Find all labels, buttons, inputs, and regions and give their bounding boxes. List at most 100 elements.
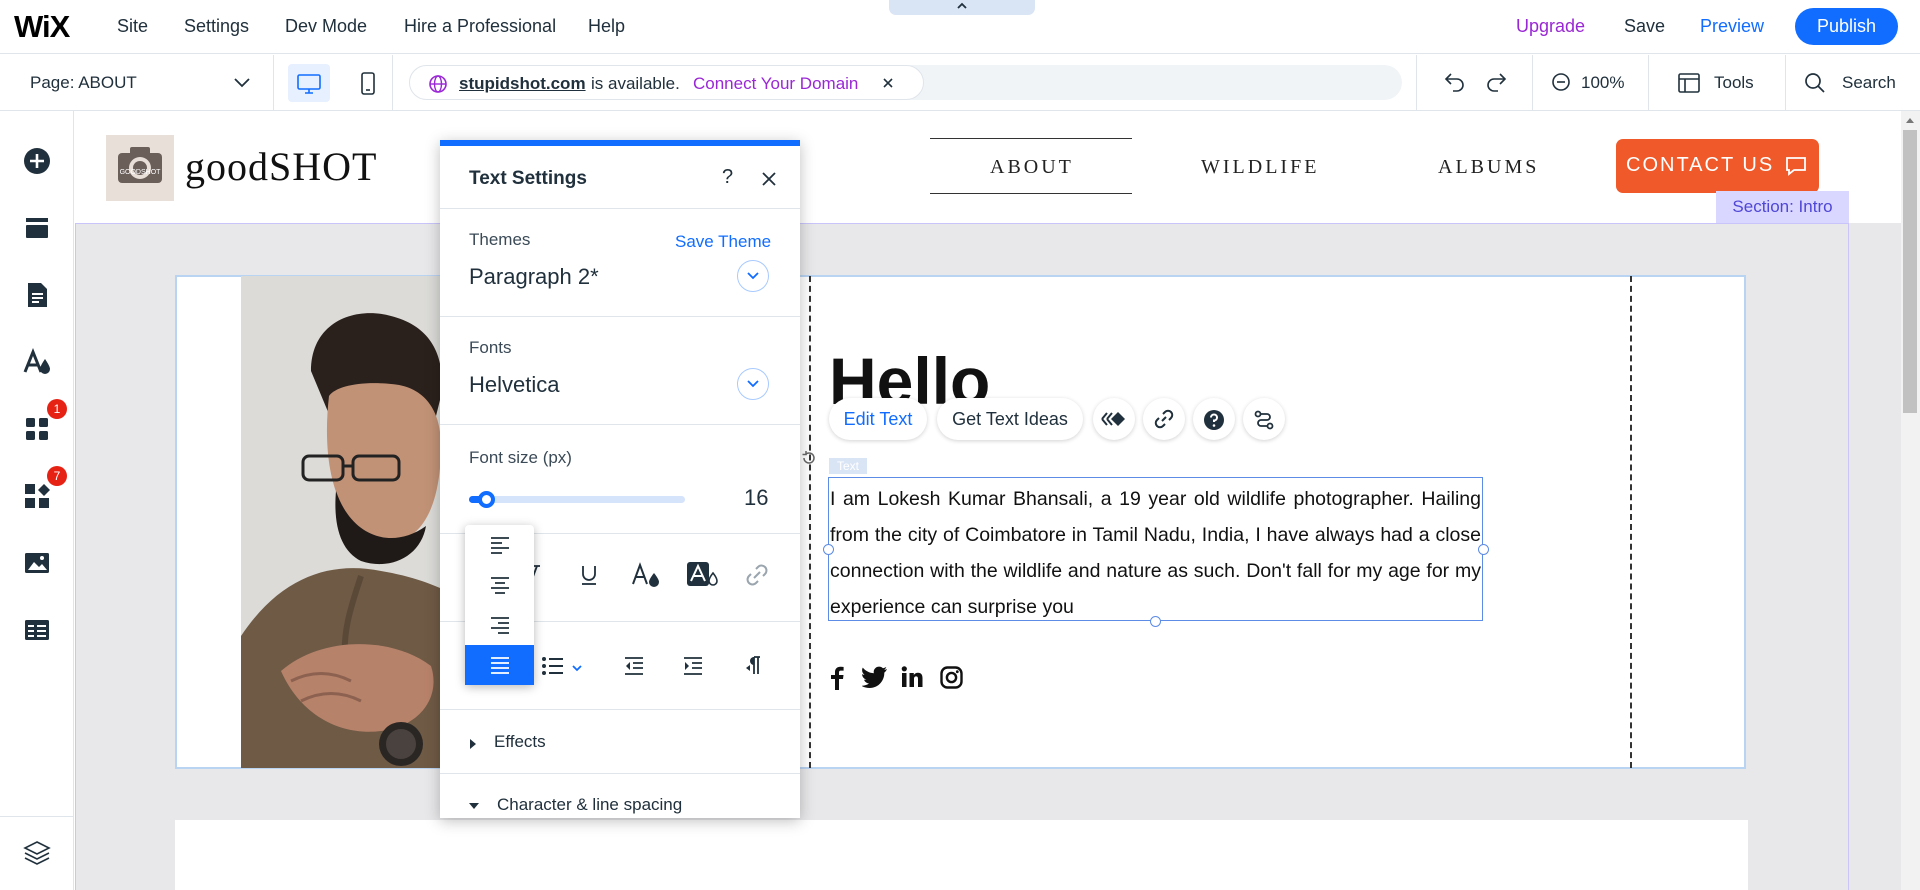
undo-icon[interactable]	[1443, 71, 1467, 93]
divider	[440, 316, 800, 317]
resize-handle-right[interactable]	[1478, 544, 1489, 555]
effects-toggle[interactable]: Effects	[494, 732, 546, 752]
site-logo-text[interactable]: goodSHOT	[185, 143, 377, 190]
increase-indent-icon[interactable]	[682, 656, 704, 676]
help-icon[interactable]: ?	[722, 166, 733, 189]
twitter-icon[interactable]	[862, 666, 888, 688]
chevron-down-icon[interactable]	[571, 663, 583, 673]
scrollbar-thumb[interactable]	[1903, 130, 1917, 413]
decrease-indent-icon[interactable]	[623, 656, 645, 676]
align-center-option[interactable]	[465, 565, 534, 605]
font-select[interactable]: Helvetica	[469, 372, 559, 398]
animation-button[interactable]	[1093, 398, 1135, 440]
section-label[interactable]: Section: Intro	[1716, 191, 1849, 223]
preview-button[interactable]: Preview	[1700, 16, 1764, 37]
column-guide	[809, 276, 811, 768]
facebook-icon[interactable]	[829, 666, 845, 690]
align-right-option[interactable]	[465, 605, 534, 645]
linkedin-icon[interactable]	[901, 666, 923, 688]
chat-bubble-icon	[1786, 157, 1806, 176]
site-nav-albums[interactable]: ALBUMS	[1438, 156, 1539, 179]
menu-dev-mode[interactable]: Dev Mode	[285, 16, 367, 37]
search-button[interactable]: Search	[1842, 73, 1896, 93]
instagram-icon[interactable]	[940, 666, 963, 689]
highlight-color-icon[interactable]	[685, 560, 719, 588]
add-icon[interactable]	[22, 146, 52, 176]
menu-settings[interactable]: Settings	[184, 16, 249, 37]
panel-accent-bar	[440, 140, 800, 146]
animation-icon	[1101, 412, 1125, 426]
get-text-ideas-button[interactable]: Get Text Ideas	[937, 398, 1083, 440]
bullet-list-icon[interactable]	[541, 656, 565, 676]
site-header[interactable]: GOODSHOT goodSHOT ABOUT WILDLIFE ALBUMS …	[75, 111, 1901, 223]
cms-icon[interactable]	[22, 615, 52, 645]
resize-handle-left[interactable]	[823, 544, 834, 555]
left-sidebar: 1 7	[0, 111, 74, 890]
contact-us-button[interactable]: CONTACT US	[1616, 139, 1819, 193]
page-select[interactable]: Page: ABOUT	[30, 73, 137, 93]
search-icon[interactable]	[1804, 72, 1826, 94]
layers-icon[interactable]	[22, 838, 52, 868]
theme-select[interactable]: Paragraph 2*	[469, 264, 599, 290]
tools-button[interactable]: Tools	[1714, 73, 1754, 93]
design-icon[interactable]	[22, 347, 52, 377]
column-guide	[1630, 276, 1632, 768]
resize-handle-bottom[interactable]	[1150, 616, 1161, 627]
menu-site[interactable]: Site	[117, 16, 148, 37]
connect-data-button[interactable]	[1243, 398, 1285, 440]
character-line-spacing-toggle[interactable]: Character & line spacing	[497, 795, 682, 815]
text-direction-icon[interactable]	[744, 654, 762, 676]
font-dropdown-button[interactable]	[737, 368, 769, 400]
panel-title[interactable]: Text Settings	[469, 168, 587, 190]
publish-button[interactable]: Publish	[1795, 8, 1898, 45]
align-left-option[interactable]	[465, 525, 534, 565]
zoom-out-icon[interactable]	[1551, 72, 1571, 92]
edit-text-button[interactable]: Edit Text	[829, 398, 927, 440]
site-logo-image[interactable]: GOODSHOT	[106, 135, 174, 201]
zoom-level[interactable]: 100%	[1581, 73, 1624, 93]
apps-icon[interactable]	[22, 414, 52, 444]
domain-name-link[interactable]: stupidshot.com	[459, 74, 586, 94]
editor-canvas[interactable]: GOODSHOT goodSHOT ABOUT WILDLIFE ALBUMS …	[75, 111, 1901, 890]
close-icon[interactable]	[882, 77, 894, 89]
menu-help[interactable]: Help	[588, 16, 625, 37]
pages-icon[interactable]	[22, 280, 52, 310]
caret-right-icon[interactable]	[469, 738, 477, 750]
theme-dropdown-button[interactable]	[737, 260, 769, 292]
sections-icon[interactable]	[22, 213, 52, 243]
menu-hire-professional[interactable]: Hire a Professional	[404, 16, 556, 37]
business-icon[interactable]	[22, 481, 52, 511]
site-nav-wildlife[interactable]: WILDLIFE	[1201, 156, 1319, 179]
media-icon[interactable]	[22, 548, 52, 578]
editor-toolbar: Page: ABOUT stupidshot.com is available.…	[0, 55, 1920, 111]
redo-icon[interactable]	[1484, 71, 1508, 93]
tools-icon[interactable]	[1677, 72, 1701, 94]
scroll-up-icon[interactable]	[1905, 116, 1915, 124]
align-justify-option[interactable]	[465, 645, 534, 685]
close-icon[interactable]	[761, 171, 777, 187]
next-section[interactable]	[175, 820, 1748, 890]
underline-icon[interactable]	[580, 564, 598, 586]
site-nav-about[interactable]: ABOUT	[990, 156, 1074, 179]
font-size-label: Font size (px)	[469, 448, 572, 467]
intro-body-text[interactable]: I am Lokesh Kumar Bhansali, a 19 year ol…	[828, 477, 1483, 621]
help-button[interactable]	[1193, 398, 1235, 440]
chevron-down-icon[interactable]	[233, 75, 251, 89]
save-button[interactable]: Save	[1624, 16, 1665, 37]
caret-down-icon[interactable]	[468, 802, 480, 810]
upgrade-link[interactable]: Upgrade	[1516, 16, 1585, 37]
collapse-topbar-tab[interactable]	[889, 0, 1035, 15]
text-color-icon[interactable]	[631, 562, 661, 588]
font-size-value[interactable]: 16	[744, 485, 768, 511]
font-size-slider-thumb[interactable]	[478, 491, 496, 508]
link-icon[interactable]	[746, 564, 768, 586]
wix-logo[interactable]: WiX	[14, 9, 70, 45]
rotate-icon[interactable]	[801, 450, 817, 466]
desktop-view-button[interactable]	[288, 64, 330, 102]
divider	[0, 816, 74, 817]
font-size-slider[interactable]	[469, 491, 685, 508]
mobile-view-button[interactable]	[347, 64, 389, 102]
link-button[interactable]	[1143, 398, 1185, 440]
connect-domain-link[interactable]: Connect Your Domain	[693, 74, 858, 94]
save-theme-link[interactable]: Save Theme	[675, 232, 771, 252]
